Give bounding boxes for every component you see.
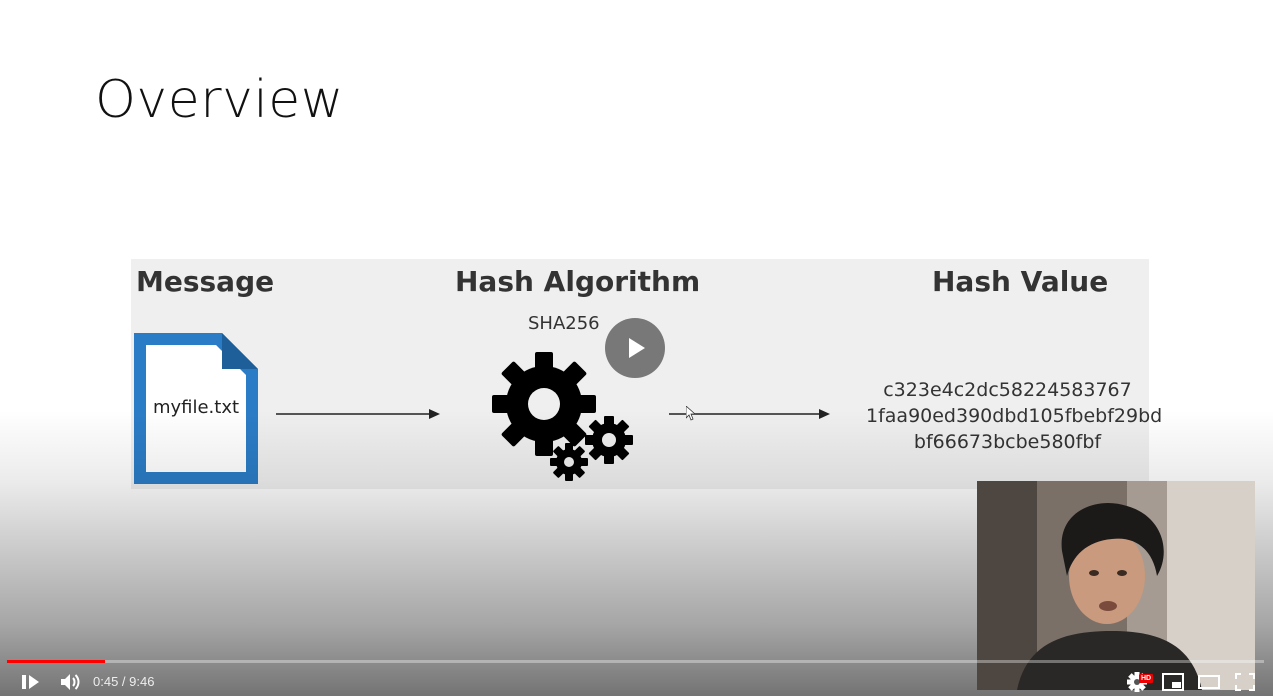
- message-header: Message: [136, 265, 275, 298]
- duration: 9:46: [129, 674, 155, 689]
- big-play-icon: [629, 338, 645, 358]
- current-time: 0:45: [93, 674, 119, 689]
- miniplayer-icon[interactable]: [1162, 670, 1184, 694]
- theater-mode-icon[interactable]: [1198, 670, 1220, 694]
- webcam-overlay: [977, 481, 1255, 690]
- slide-title: Overview: [95, 70, 344, 130]
- video-player[interactable]: Overview Message Hash Algorithm Hash Val…: [0, 0, 1273, 696]
- progress-bar[interactable]: [7, 660, 1264, 663]
- algorithm-name: SHA256: [528, 313, 600, 334]
- volume-icon[interactable]: [58, 670, 82, 694]
- progress-played: [7, 660, 105, 663]
- time-display: 0:45 / 9:46: [93, 674, 154, 689]
- play-pause-icon[interactable]: [20, 670, 42, 694]
- fullscreen-icon[interactable]: [1235, 670, 1255, 694]
- hd-badge: HD: [1139, 674, 1154, 683]
- hash-line: c323e4c2dc58224583767: [883, 379, 1132, 401]
- hash-value-header: Hash Value: [932, 265, 1109, 298]
- presenter-video: [977, 481, 1255, 690]
- big-play-button[interactable]: [605, 318, 665, 378]
- time-separator: /: [118, 674, 130, 689]
- hash-algorithm-header: Hash Algorithm: [455, 265, 701, 298]
- mouse-cursor-icon: [686, 406, 696, 421]
